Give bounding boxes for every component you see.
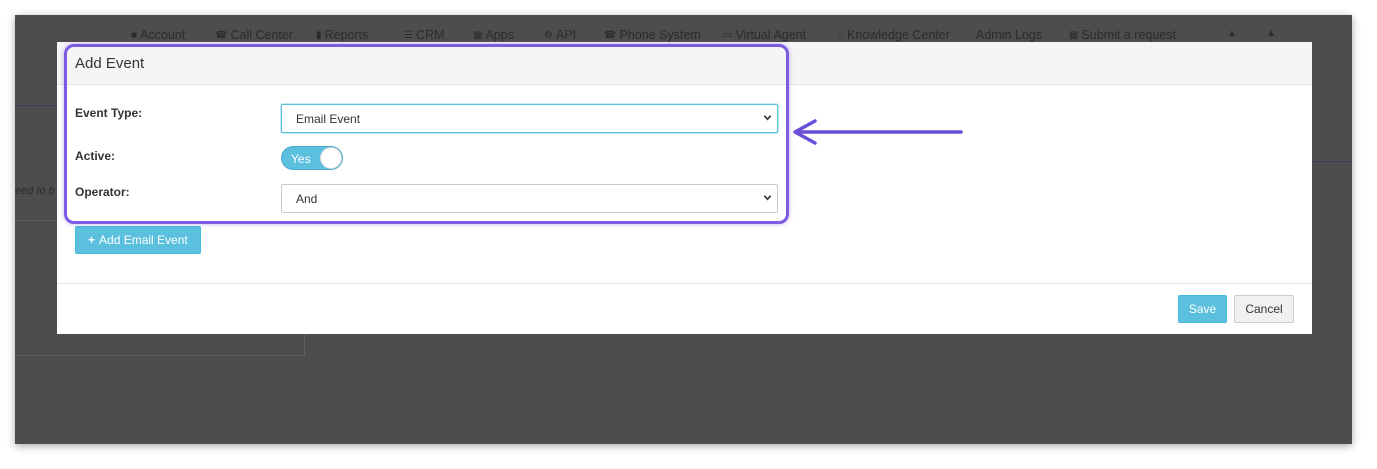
phone-icon: ☎ — [604, 29, 617, 41]
lightbulb-icon: ○ — [838, 29, 845, 41]
gear-icon: ⚙ — [544, 29, 553, 41]
profile-icon[interactable]: ▲ — [1266, 28, 1276, 39]
grid-icon: ▦ — [473, 29, 483, 41]
phone-icon: ☎ — [215, 29, 228, 41]
nav-item-account[interactable]: ■ Account — [131, 28, 185, 42]
monitor-icon: ▭ — [723, 29, 733, 41]
save-button[interactable]: Save — [1178, 295, 1227, 323]
background-divider — [1312, 161, 1352, 162]
ticket-icon: ▦ — [1069, 29, 1079, 41]
nav-item-api[interactable]: ⚙ API — [544, 28, 576, 42]
cancel-button[interactable]: Cancel — [1234, 295, 1294, 323]
annotation-arrow-icon — [793, 119, 963, 145]
bar-chart-icon: ▮ — [316, 29, 322, 41]
nav-item-admin-logs[interactable]: Admin Logs — [976, 28, 1042, 42]
nav-item-apps[interactable]: ▦ Apps — [473, 28, 514, 42]
background-divider — [15, 105, 57, 106]
plus-icon: + — [88, 233, 96, 247]
nav-item-submit-request[interactable]: ▦ Submit a request — [1069, 28, 1176, 42]
nav-item-call-center[interactable]: ☎ Call Center — [215, 28, 293, 42]
list-icon: ☰ — [404, 29, 413, 41]
user-icon: ■ — [131, 29, 138, 41]
bell-icon[interactable]: ▲ — [1227, 28, 1237, 39]
nav-item-phone-system[interactable]: ☎ Phone System — [604, 28, 701, 42]
nav-item-virtual-agent[interactable]: ▭ Virtual Agent — [723, 28, 806, 42]
add-email-event-label: Add Email Event — [99, 233, 188, 247]
nav-item-reports[interactable]: ▮ Reports — [316, 28, 368, 42]
add-email-event-button[interactable]: + Add Email Event — [75, 226, 201, 254]
nav-item-knowledge-center[interactable]: ○ Knowledge Center — [838, 28, 950, 42]
annotation-highlight-box — [64, 44, 789, 224]
background-text: eed to b — [15, 185, 55, 197]
modal-footer-divider — [57, 283, 1312, 284]
nav-item-crm[interactable]: ☰ CRM — [404, 28, 444, 42]
